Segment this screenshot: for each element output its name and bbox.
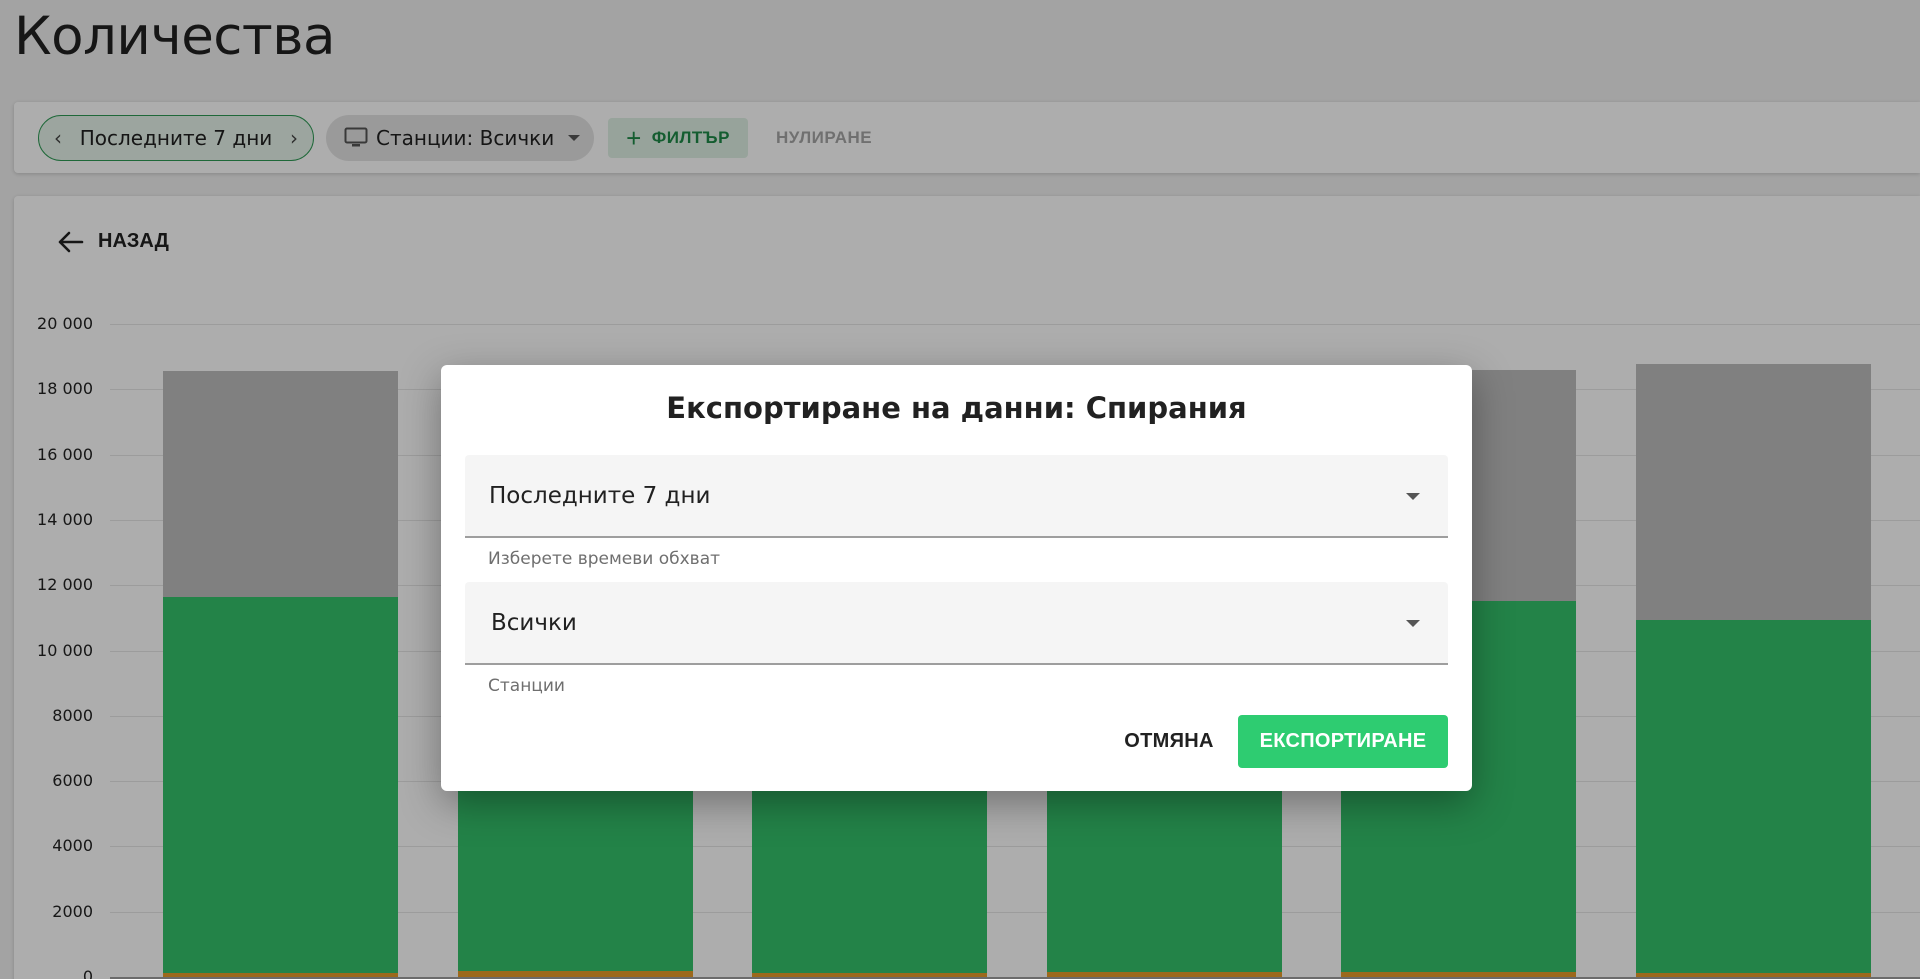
time-range-hint: Изберете времеви обхват [488,549,721,569]
dropdown-arrow-icon [1406,620,1420,627]
export-dialog: Експортиране на данни: Спирания Последни… [441,365,1472,791]
dropdown-arrow-icon [1406,493,1420,500]
dialog-title: Експортиране на данни: Спирания [666,391,1247,425]
stations-select[interactable]: Всички [465,582,1448,665]
stations-value: Всички [491,610,577,636]
cancel-button[interactable]: ОТМЯНА [1096,715,1242,767]
time-range-value: Последните 7 дни [489,483,711,509]
export-button[interactable]: ЕКСПОРТИРАНЕ [1238,715,1448,768]
stations-hint: Станции [488,676,565,696]
time-range-select[interactable]: Последните 7 дни [465,455,1448,538]
